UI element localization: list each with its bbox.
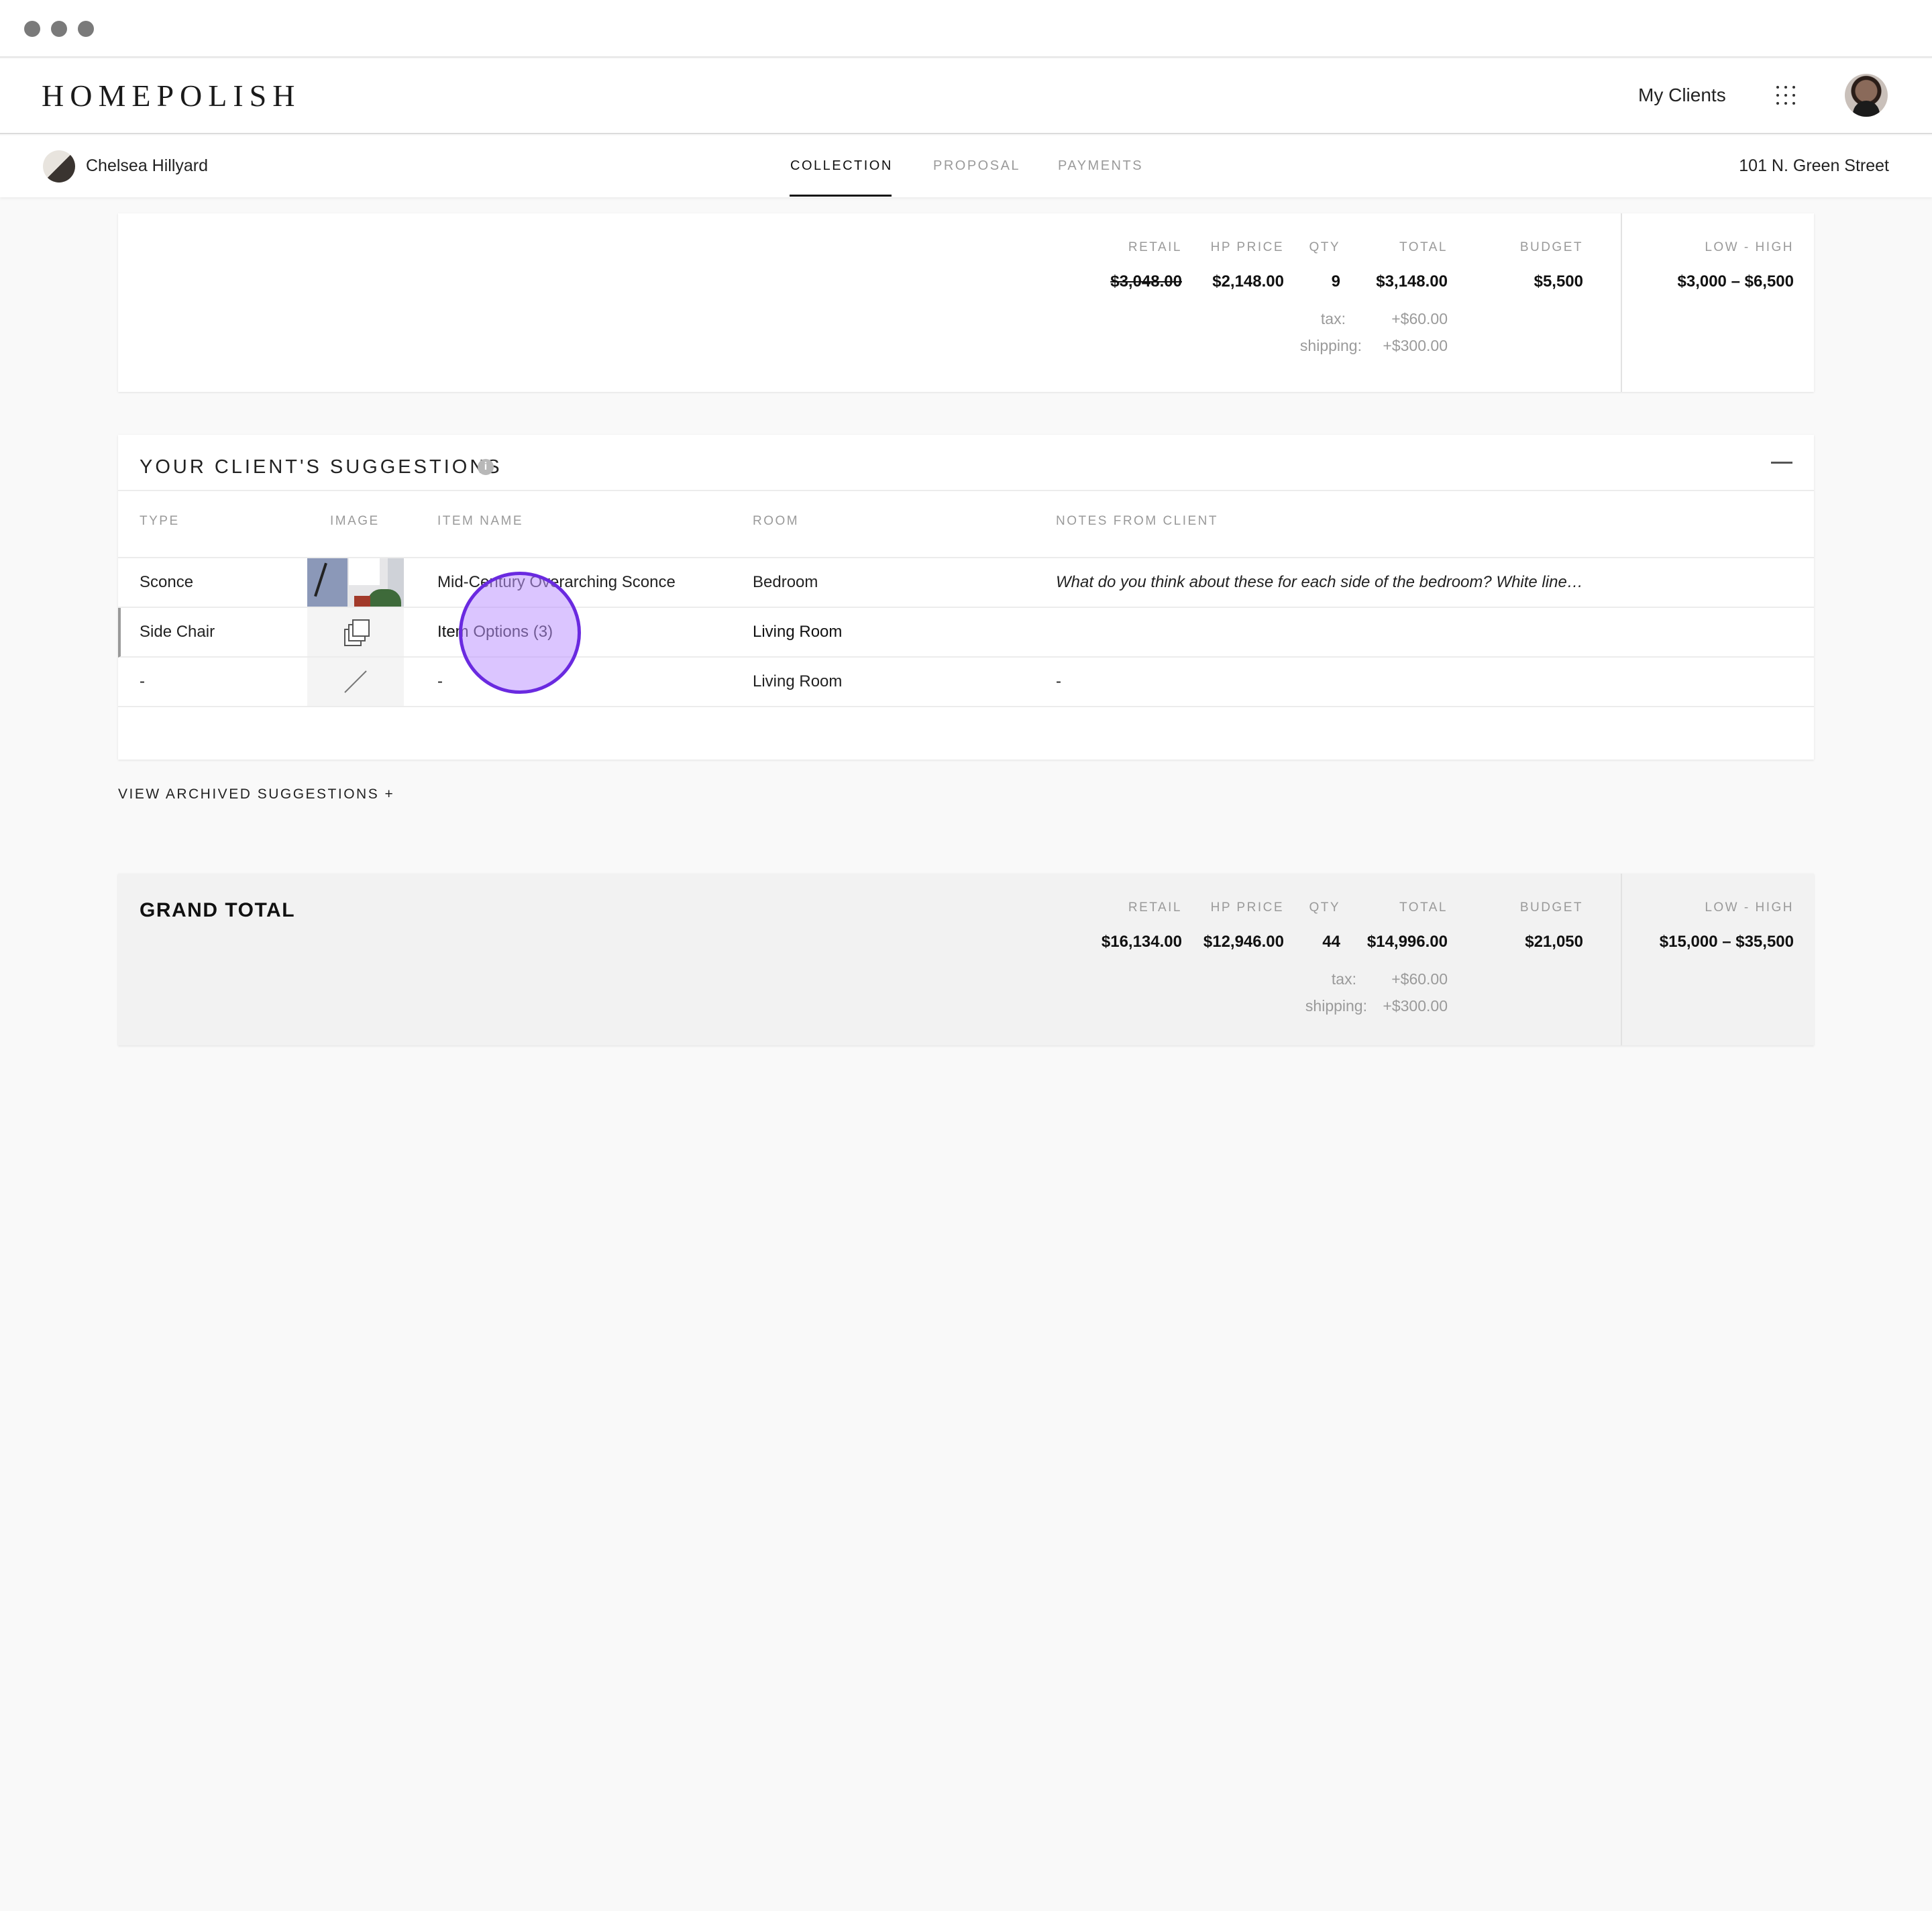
row-notes: What do you think about these for each s… [1056, 573, 1583, 591]
retail-value: $16,134.00 [1101, 933, 1182, 951]
suggestions-title: YOUR CLIENT'S SUGGESTIONS [140, 456, 502, 478]
shipping-value: +$300.00 [1383, 337, 1448, 354]
grand-total-title: GRAND TOTAL [140, 899, 296, 921]
apps-grid-icon[interactable] [1776, 86, 1796, 106]
tab-payments[interactable]: PAYMENTS [1058, 158, 1143, 174]
client-name[interactable]: Chelsea Hillyard [86, 156, 208, 176]
header-low-high: LOW - HIGH [1705, 900, 1794, 915]
sconce-photo[interactable] [307, 558, 404, 607]
project-address: 101 N. Green Street [1739, 156, 1889, 175]
item-options-icon[interactable] [307, 608, 404, 656]
row-room: Living Room [753, 672, 843, 690]
view-archived-suggestions-link[interactable]: VIEW ARCHIVED SUGGESTIONS + [118, 786, 394, 803]
range-divider [1621, 213, 1622, 392]
header-hp-price: HP PRICE [1210, 240, 1284, 254]
client-subnav: Chelsea Hillyard COLLECTION PROPOSAL PAY… [0, 136, 1932, 197]
column-item-name: ITEM NAME [437, 514, 524, 528]
window-maximize-dot[interactable] [78, 21, 94, 37]
header-total: TOTAL [1399, 900, 1448, 915]
shipping-label: shipping: [1305, 997, 1367, 1015]
shipping-label: shipping: [1299, 337, 1362, 354]
low-high-value: $3,000 – $6,500 [1677, 272, 1794, 291]
table-row[interactable]: Sconce Mid-Century Overarching Sconce Be… [118, 558, 1814, 608]
section-summary-card: RETAIL HP PRICE QTY TOTAL BUDGET LOW - H… [118, 213, 1814, 392]
header-qty: QTY [1309, 900, 1340, 915]
row-room: Living Room [753, 623, 843, 641]
client-avatar [43, 150, 75, 183]
header-budget: BUDGET [1519, 240, 1583, 254]
header-hp-price: HP PRICE [1210, 900, 1284, 915]
click-indicator [459, 572, 581, 694]
row-type: - [140, 672, 145, 690]
tax-value: +$60.00 [1391, 970, 1448, 988]
header-low-high: LOW - HIGH [1705, 240, 1794, 254]
header-total: TOTAL [1399, 240, 1448, 254]
column-type: TYPE [140, 514, 180, 528]
header-qty: QTY [1309, 240, 1340, 254]
my-clients-link[interactable]: My Clients [1638, 85, 1726, 106]
title-divider [118, 490, 1814, 491]
header-retail: RETAIL [1128, 900, 1182, 915]
window-minimize-dot[interactable] [51, 21, 67, 37]
total-value: $3,148.00 [1376, 272, 1448, 291]
header-retail: RETAIL [1128, 240, 1182, 254]
header-budget: BUDGET [1519, 900, 1583, 915]
hp-price-value: $2,148.00 [1212, 272, 1284, 291]
user-avatar[interactable] [1845, 74, 1888, 117]
row-notes: - [1056, 672, 1061, 690]
budget-value: $21,050 [1525, 933, 1583, 951]
active-tab-indicator [790, 195, 892, 197]
tax-value: +$60.00 [1391, 310, 1448, 327]
row-type: Side Chair [140, 623, 215, 641]
row-type: Sconce [140, 573, 194, 591]
tax-label: tax: [1331, 970, 1356, 988]
retail-value: $3,048.00 [1110, 272, 1182, 291]
homepolish-logo[interactable]: HOMEPOLISH [42, 78, 301, 113]
row-item-name: - [437, 672, 443, 690]
range-divider [1621, 874, 1622, 1045]
collapse-icon[interactable] [1771, 462, 1792, 464]
total-value: $14,996.00 [1366, 933, 1448, 951]
table-row[interactable]: - - Living Room - [118, 658, 1814, 707]
tax-label: tax: [1320, 310, 1346, 327]
grand-total-card: GRAND TOTAL RETAIL HP PRICE QTY TOTAL BU… [118, 874, 1814, 1045]
window-chrome [0, 0, 1932, 58]
info-icon[interactable]: i [478, 459, 494, 475]
column-notes: NOTES FROM CLIENT [1056, 514, 1219, 528]
tab-collection[interactable]: COLLECTION [790, 158, 893, 174]
column-image: IMAGE [330, 514, 380, 528]
qty-value: 44 [1322, 933, 1340, 951]
client-suggestions-card: YOUR CLIENT'S SUGGESTIONS i TYPE IMAGE I… [118, 435, 1814, 760]
app-header: HOMEPOLISH My Clients [0, 59, 1932, 134]
table-row-selected[interactable]: Side Chair Item Options (3) Living Room [118, 608, 1814, 658]
no-image-icon [307, 658, 404, 706]
column-room: ROOM [753, 514, 800, 528]
qty-value: 9 [1331, 272, 1340, 291]
low-high-value: $15,000 – $35,500 [1659, 933, 1794, 951]
budget-value: $5,500 [1534, 272, 1583, 291]
row-room: Bedroom [753, 573, 818, 591]
tab-proposal[interactable]: PROPOSAL [933, 158, 1020, 174]
hp-price-value: $12,946.00 [1203, 933, 1284, 951]
shipping-value: +$300.00 [1383, 997, 1448, 1015]
window-close-dot[interactable] [24, 21, 40, 37]
